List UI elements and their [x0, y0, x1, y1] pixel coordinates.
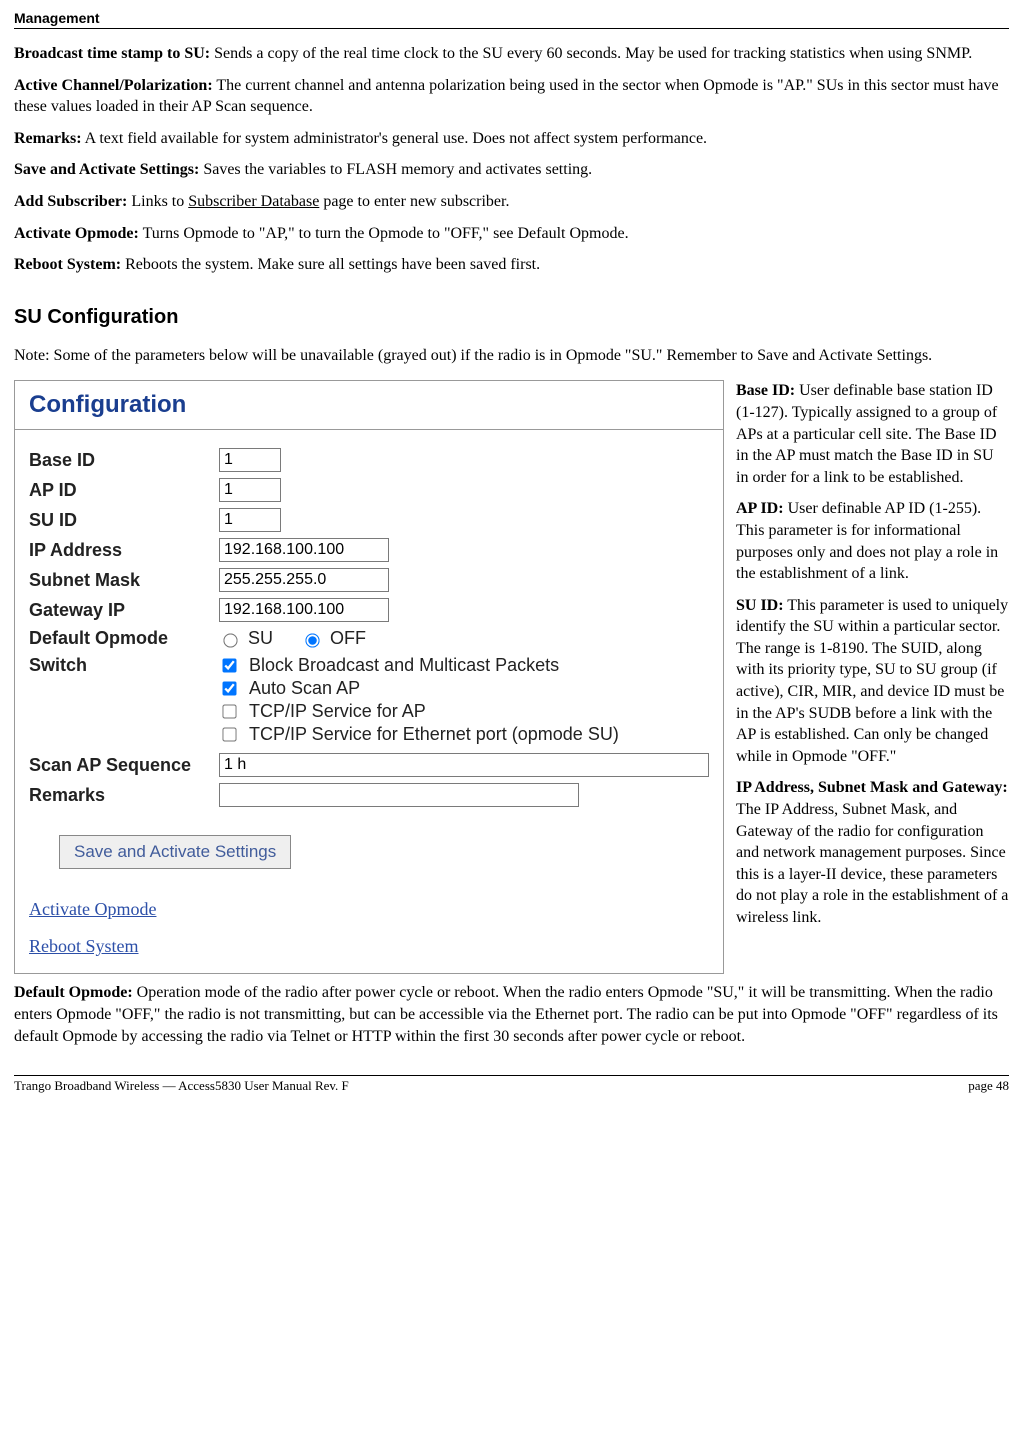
def-save-activate: Save and Activate Settings: Saves the va… [14, 159, 1009, 181]
switch-tcpip-ap-checkbox[interactable] [222, 705, 236, 719]
activate-opmode-link[interactable]: Activate Opmode [29, 899, 723, 920]
side-su-id: SU ID: This parameter is used to uniquel… [736, 595, 1009, 768]
subnet-input[interactable] [219, 568, 389, 592]
switch-tcpip-eth-checkbox[interactable] [222, 728, 236, 742]
def-activate-opmode: Activate Opmode: Turns Opmode to "AP," t… [14, 223, 1009, 245]
scan-label: Scan AP Sequence [29, 755, 219, 776]
switch-block-bcast[interactable]: Block Broadcast and Multicast Packets [219, 655, 619, 676]
switch-auto-scan-checkbox[interactable] [222, 682, 236, 696]
opmode-su-radio[interactable] [223, 633, 237, 647]
switch-tcpip-ap[interactable]: TCP/IP Service for AP [219, 701, 619, 722]
side-column: Base ID: User definable base station ID … [736, 380, 1009, 938]
switch-block-bcast-checkbox[interactable] [222, 659, 236, 673]
ap-id-row: AP ID [29, 478, 709, 502]
def-add-subscriber: Add Subscriber: Links to Subscriber Data… [14, 191, 1009, 213]
opmode-su-option[interactable]: SU [219, 628, 273, 649]
subnet-label: Subnet Mask [29, 570, 219, 591]
scan-row: Scan AP Sequence [29, 753, 709, 777]
switch-row: Switch Block Broadcast and Multicast Pac… [29, 655, 709, 747]
ip-row: IP Address [29, 538, 709, 562]
gateway-input[interactable] [219, 598, 389, 622]
footer-left: Trango Broadband Wireless — Access5830 U… [14, 1078, 349, 1094]
su-configuration-heading: SU Configuration [14, 306, 1009, 329]
def-remarks: Remarks: A text field available for syst… [14, 128, 1009, 150]
remarks-row: Remarks [29, 783, 709, 807]
subscriber-database-link[interactable]: Subscriber Database [188, 193, 319, 210]
opmode-label: Default Opmode [29, 628, 219, 649]
side-ip-etc: IP Address, Subnet Mask and Gateway: The… [736, 777, 1009, 928]
base-id-row: Base ID [29, 448, 709, 472]
def-reboot-system: Reboot System: Reboots the system. Make … [14, 254, 1009, 276]
ip-label: IP Address [29, 540, 219, 561]
running-header: Management [14, 10, 1009, 29]
def-default-opmode: Default Opmode: Operation mode of the ra… [14, 982, 1009, 1047]
subnet-row: Subnet Mask [29, 568, 709, 592]
remarks-label: Remarks [29, 785, 219, 806]
opmode-off-radio[interactable] [305, 633, 319, 647]
opmode-row: Default Opmode SU OFF [29, 628, 709, 649]
panel-divider [15, 429, 723, 430]
su-id-label: SU ID [29, 510, 219, 531]
switch-auto-scan[interactable]: Auto Scan AP [219, 678, 619, 699]
base-id-label: Base ID [29, 450, 219, 471]
page-footer: Trango Broadband Wireless — Access5830 U… [14, 1075, 1009, 1094]
def-broadcast: Broadcast time stamp to SU: Sends a copy… [14, 43, 1009, 65]
base-id-input[interactable] [219, 448, 281, 472]
gateway-label: Gateway IP [29, 600, 219, 621]
def-active-channel: Active Channel/Polarization: The current… [14, 75, 1009, 118]
side-base-id: Base ID: User definable base station ID … [736, 380, 1009, 488]
su-id-input[interactable] [219, 508, 281, 532]
panel-title: Configuration [15, 381, 723, 425]
ap-id-input[interactable] [219, 478, 281, 502]
configuration-panel: Configuration Base ID AP ID SU ID IP Add… [14, 380, 724, 974]
scan-input[interactable] [219, 753, 709, 777]
switch-label: Switch [29, 655, 219, 676]
footer-right: page 48 [968, 1078, 1009, 1094]
gateway-row: Gateway IP [29, 598, 709, 622]
ap-id-label: AP ID [29, 480, 219, 501]
save-activate-button[interactable]: Save and Activate Settings [59, 835, 291, 869]
opmode-off-option[interactable]: OFF [301, 628, 366, 649]
note-paragraph: Note: Some of the parameters below will … [14, 345, 1009, 367]
ip-input[interactable] [219, 538, 389, 562]
switch-tcpip-eth[interactable]: TCP/IP Service for Ethernet port (opmode… [219, 724, 619, 745]
su-id-row: SU ID [29, 508, 709, 532]
remarks-input[interactable] [219, 783, 579, 807]
reboot-system-link[interactable]: Reboot System [29, 936, 723, 957]
side-ap-id: AP ID: User definable AP ID (1-255). Thi… [736, 498, 1009, 584]
